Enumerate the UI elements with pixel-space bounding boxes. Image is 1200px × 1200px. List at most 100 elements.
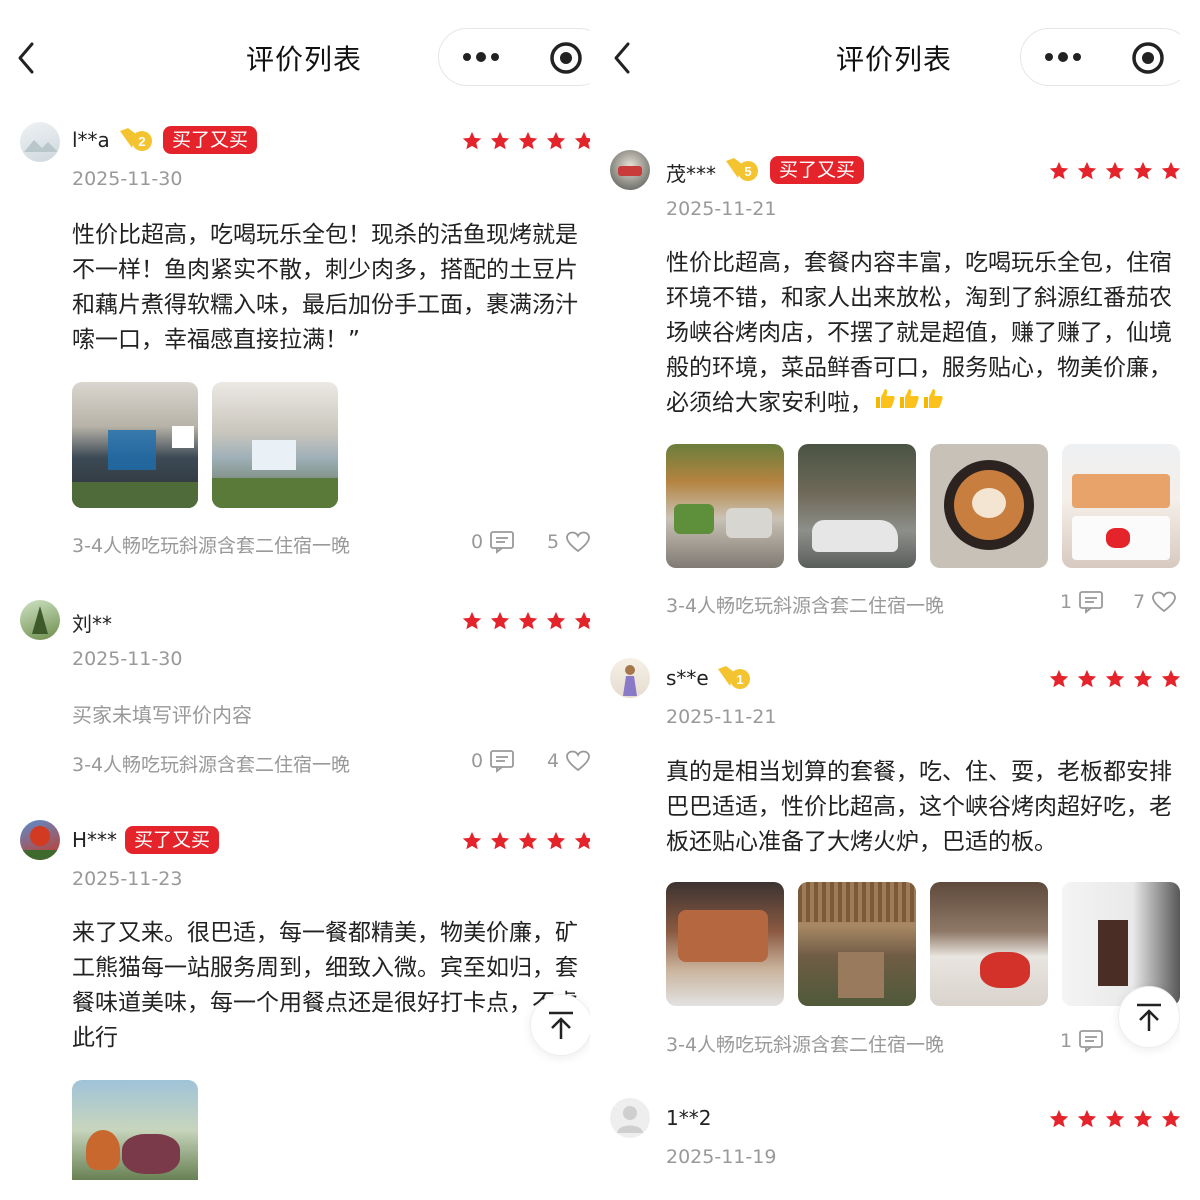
back-to-top-button[interactable] xyxy=(530,994,590,1056)
rating-stars xyxy=(1048,668,1180,690)
comment-icon xyxy=(1079,1030,1103,1053)
thumbs-up-icon xyxy=(873,389,945,416)
review-photo[interactable] xyxy=(930,444,1048,568)
target-icon[interactable] xyxy=(1131,41,1165,75)
username: 1**2 xyxy=(666,1106,712,1130)
review-photo[interactable] xyxy=(212,382,338,508)
back-to-top-button[interactable] xyxy=(1118,986,1180,1048)
star-icon xyxy=(1077,1109,1097,1128)
like-count[interactable]: 7 xyxy=(1133,590,1177,614)
star-icon xyxy=(546,831,566,850)
package-name[interactable]: 3-4人畅吃玩斜源含套二住宿一晚 xyxy=(72,750,350,777)
star-icon xyxy=(1161,161,1180,180)
review-text: 性价比超高，吃喝玩乐全包！现杀的活鱼现烤就是不一样！鱼肉紧实不散，刺少肉多，搭配… xyxy=(72,222,578,353)
avatar[interactable] xyxy=(610,150,650,190)
username: 茂*** xyxy=(666,162,716,186)
comment-icon xyxy=(1079,591,1103,614)
rating-stars xyxy=(461,610,590,632)
more-dots-icon[interactable] xyxy=(1043,47,1083,67)
like-count[interactable]: 5 xyxy=(547,530,590,554)
level-badge-icon: 5 xyxy=(724,156,760,182)
target-icon[interactable] xyxy=(549,41,583,75)
page-title: 评价列表 xyxy=(246,43,363,76)
avatar[interactable] xyxy=(610,658,650,698)
review-photo[interactable] xyxy=(1062,444,1180,568)
comment-count[interactable]: 1 xyxy=(1060,590,1104,614)
right-panel: 评价列表 茂*** 5 买了又买 2025-11-21 性价比超高，套餐内容丰富… xyxy=(610,0,1180,1180)
star-icon xyxy=(1161,1109,1180,1128)
review-text: 来了又来。很巴适，每一餐都精美，物美价廉，矿工熊猫每一站服务周到，细致入微。宾至… xyxy=(72,920,578,1051)
star-icon xyxy=(1161,669,1180,688)
review-photo[interactable] xyxy=(930,882,1048,1006)
rating-stars xyxy=(1048,160,1180,182)
username: 刘** xyxy=(72,612,112,636)
star-icon xyxy=(574,131,590,150)
buy-again-badge: 买了又买 xyxy=(125,826,220,854)
like-count[interactable]: 4 xyxy=(547,749,590,773)
package-name[interactable]: 3-4人畅吃玩斜源含套二住宿一晚 xyxy=(666,591,944,618)
rating-stars xyxy=(1048,1108,1180,1130)
star-icon xyxy=(462,611,482,630)
left-panel: 评价列表 l**a 2 买了又买 2025-11-30 性价比超高，吃喝玩乐全包 xyxy=(0,0,590,1180)
capsule-menu xyxy=(438,28,590,86)
star-icon xyxy=(546,131,566,150)
buy-again-badge: 买了又买 xyxy=(163,126,258,154)
review-date: 2025-11-23 xyxy=(72,868,183,890)
buy-again-badge: 买了又买 xyxy=(770,156,865,184)
star-icon xyxy=(546,611,566,630)
comment-count[interactable]: 0 xyxy=(471,749,515,773)
photo-grid xyxy=(72,1080,198,1180)
capsule-menu xyxy=(1020,28,1180,86)
package-name[interactable]: 3-4人畅吃玩斜源含套二住宿一晚 xyxy=(72,531,350,558)
comment-icon xyxy=(490,750,514,773)
comment-icon xyxy=(490,531,514,554)
nav-bar: 评价列表 xyxy=(610,28,1180,90)
level-badge-icon: 1 xyxy=(716,664,752,690)
review-text: 买家未填写评价内容 xyxy=(72,703,252,727)
review-photo[interactable] xyxy=(798,444,916,568)
back-icon[interactable] xyxy=(14,40,38,76)
comment-count-value: 1 xyxy=(1060,591,1073,613)
comment-count-value: 0 xyxy=(471,531,484,553)
star-icon xyxy=(574,611,590,630)
star-icon xyxy=(1105,669,1125,688)
heart-icon xyxy=(566,750,590,772)
review-item: 茂*** 5 买了又买 2025-11-21 性价比超高，套餐内容丰富，吃喝玩乐… xyxy=(610,150,1180,620)
star-icon xyxy=(518,831,538,850)
arrow-up-icon xyxy=(549,1011,573,1039)
star-icon xyxy=(1049,669,1069,688)
review-date: 2025-11-19 xyxy=(666,1146,777,1168)
avatar[interactable] xyxy=(20,122,60,162)
star-icon xyxy=(1105,161,1125,180)
username: H*** xyxy=(72,828,118,852)
review-item: H*** 买了又买 2025-11-23 来了又来。很巴适，每一餐都精美，物美价… xyxy=(0,820,590,1180)
review-photo[interactable] xyxy=(1062,882,1180,1006)
star-icon xyxy=(1133,669,1153,688)
level-badge-icon: 2 xyxy=(118,126,154,152)
comment-count-value: 0 xyxy=(471,750,484,772)
comment-count[interactable]: 0 xyxy=(471,530,515,554)
review-photo[interactable] xyxy=(72,382,198,508)
review-text: 真的是相当划算的套餐，吃、住、耍，老板都安排巴巴适适，性价比超高，这个峡谷烤肉超… xyxy=(666,759,1172,855)
star-icon xyxy=(462,131,482,150)
page-title: 评价列表 xyxy=(836,43,953,76)
more-dots-icon[interactable] xyxy=(461,47,501,67)
package-name[interactable]: 3-4人畅吃玩斜源含套二住宿一晚 xyxy=(666,1030,944,1057)
avatar[interactable] xyxy=(20,820,60,860)
star-icon xyxy=(462,831,482,850)
comment-count[interactable]: 1 xyxy=(1060,1029,1104,1053)
photo-grid xyxy=(72,382,338,508)
review-item: 1**2 2025-11-19 xyxy=(610,1098,1180,1180)
avatar[interactable] xyxy=(610,1098,650,1138)
review-photo[interactable] xyxy=(72,1080,198,1180)
avatar[interactable] xyxy=(20,600,60,640)
star-icon xyxy=(518,131,538,150)
review-item: s**e 1 2025-11-21 真的是相当划算的套餐，吃、住、耍，老板都安排… xyxy=(610,658,1180,1068)
star-icon xyxy=(574,831,590,850)
review-photo[interactable] xyxy=(666,444,784,568)
review-photo[interactable] xyxy=(798,882,916,1006)
like-count-value: 7 xyxy=(1133,591,1146,613)
review-photo[interactable] xyxy=(666,882,784,1006)
like-count-value: 4 xyxy=(547,750,560,772)
back-icon[interactable] xyxy=(610,40,634,76)
